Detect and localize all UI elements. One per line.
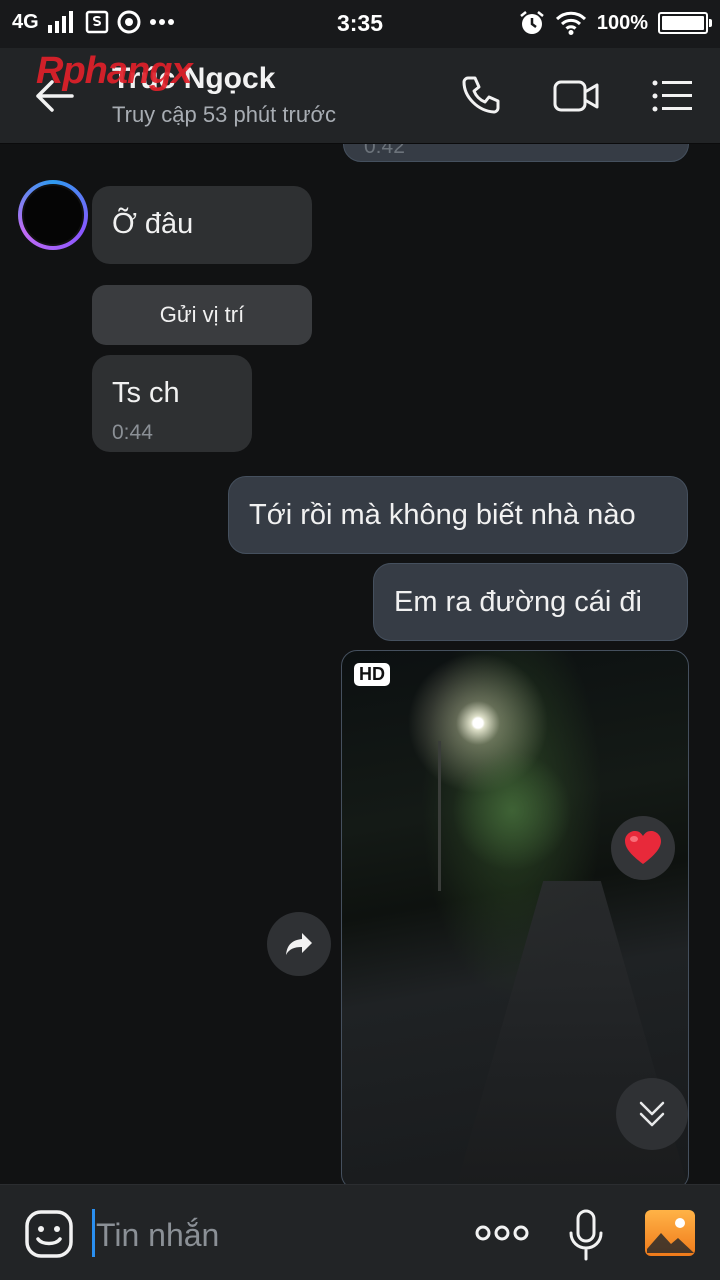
prev-message-time: 0:42: [364, 144, 405, 158]
message-time: 0:44: [112, 421, 153, 444]
send-location-text: Gửi vị trí: [159, 302, 245, 327]
status-right: 100%: [519, 10, 712, 36]
incoming-message-bubble[interactable]: Ts ch 0:44: [92, 355, 252, 452]
reaction-button[interactable]: [611, 816, 675, 880]
photo-trees: [452, 751, 572, 871]
outgoing-message-bubble[interactable]: Em ra đường cái đi: [373, 563, 688, 641]
message-input[interactable]: [96, 1213, 456, 1257]
watermark-part1: Rphang: [36, 50, 172, 92]
share-arrow-icon: [286, 933, 312, 955]
hd-badge: HD: [354, 663, 390, 686]
heart-icon: [625, 831, 661, 864]
send-location-bubble[interactable]: Gửi vị trí: [92, 285, 312, 345]
wifi-icon: [555, 11, 586, 35]
video-camera-icon[interactable]: [552, 72, 600, 120]
prev-message-bubble[interactable]: 0:42: [343, 144, 689, 162]
avatar-image: [22, 184, 84, 246]
text-cursor: [92, 1209, 95, 1257]
message-input-bar: [0, 1184, 720, 1280]
outgoing-message-bubble[interactable]: Tới rồi mà không biết nhà nào: [228, 476, 688, 554]
message-text: Ỡ đâu: [112, 208, 194, 240]
menu-list-icon[interactable]: [648, 72, 696, 120]
phone-icon[interactable]: [458, 72, 506, 120]
watermark-part2: x: [171, 50, 192, 92]
message-text: Ts ch: [112, 377, 180, 409]
chat-area[interactable]: 0:42 Ỡ đâu Gửi vị trí Ts ch 0:44 Tới rồi…: [0, 144, 720, 1184]
microphone-icon[interactable]: [566, 1209, 606, 1261]
scroll-to-bottom-button[interactable]: [616, 1078, 688, 1150]
message-text: Em ra đường cái đi: [394, 586, 642, 618]
avatar[interactable]: [18, 180, 88, 250]
more-options-icon[interactable]: [474, 1215, 530, 1251]
chat-header: Trúc Ngọck Rphangx Truy cập 53 phút trướ…: [0, 48, 720, 144]
status-bar: 4G 3:35 100%: [0, 0, 720, 48]
incoming-message-bubble[interactable]: Ỡ đâu: [92, 186, 312, 264]
battery-icon: [658, 12, 712, 34]
message-text: Tới rồi mà không biết nhà nào: [249, 499, 636, 531]
watermark-logo: Rphangx: [36, 50, 193, 93]
photo-lamp-pole: [438, 741, 441, 891]
battery-label: 100%: [596, 11, 648, 34]
chevron-double-down-icon: [639, 1101, 665, 1127]
emoji-icon[interactable]: [24, 1209, 74, 1259]
alarm-icon: [520, 11, 544, 34]
gallery-icon[interactable]: [644, 1209, 696, 1257]
last-seen-status: Truy cập 53 phút trước: [112, 102, 336, 127]
share-button[interactable]: [267, 912, 331, 976]
